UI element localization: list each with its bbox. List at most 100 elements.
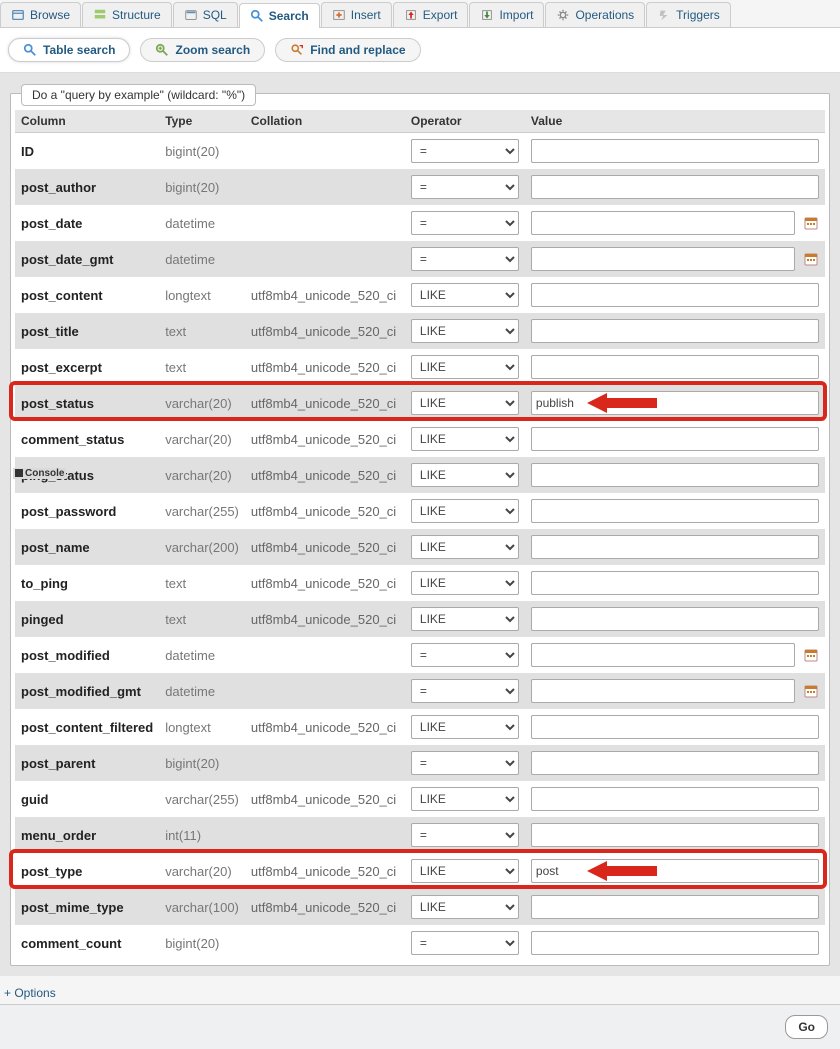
options-link[interactable]: + Options (0, 976, 840, 1004)
operator-select[interactable]: LIKE (411, 319, 519, 343)
operator-select[interactable]: LIKE (411, 787, 519, 811)
value-input[interactable] (531, 751, 819, 775)
value-input[interactable] (531, 355, 819, 379)
column-type: varchar(255) (159, 493, 245, 529)
table-row: post_content_filteredlongtextutf8mb4_uni… (15, 709, 825, 745)
go-button[interactable]: Go (785, 1015, 828, 1039)
tab-browse[interactable]: Browse (0, 2, 81, 27)
value-input[interactable] (531, 715, 819, 739)
column-collation (245, 637, 405, 673)
value-input[interactable] (531, 427, 819, 451)
console-icon (15, 469, 23, 477)
tab-import[interactable]: Import (469, 2, 544, 27)
column-type: bigint(20) (159, 745, 245, 781)
value-input[interactable] (531, 859, 819, 883)
value-input[interactable] (531, 175, 819, 199)
fieldset-legend: Do a "query by example" (wildcard: "%") (21, 84, 256, 106)
calendar-icon[interactable] (803, 251, 819, 267)
operator-select[interactable]: = (411, 643, 519, 667)
operator-select[interactable]: = (411, 823, 519, 847)
tab-search[interactable]: Search (239, 3, 320, 28)
value-input[interactable] (531, 319, 819, 343)
value-input[interactable] (531, 895, 819, 919)
value-input[interactable] (531, 247, 795, 271)
column-name: post_password (15, 493, 159, 529)
table-row: post_typevarchar(20)utf8mb4_unicode_520_… (15, 853, 825, 889)
value-input[interactable] (531, 823, 819, 847)
operator-select[interactable]: = (411, 211, 519, 235)
column-collation: utf8mb4_unicode_520_ci (245, 889, 405, 925)
column-type: longtext (159, 277, 245, 313)
operator-select[interactable]: = (411, 679, 519, 703)
value-input[interactable] (531, 283, 819, 307)
operator-select[interactable]: = (411, 175, 519, 199)
value-input[interactable] (531, 463, 819, 487)
operator-select[interactable]: = (411, 751, 519, 775)
column-name: post_content (15, 277, 159, 313)
operator-select[interactable]: LIKE (411, 463, 519, 487)
value-input[interactable] (531, 391, 819, 415)
column-name: post_parent (15, 745, 159, 781)
column-name: post_author (15, 169, 159, 205)
column-type: datetime (159, 205, 245, 241)
search-icon (250, 9, 264, 23)
table-row: Consoleping_statusvarchar(20)utf8mb4_uni… (15, 457, 825, 493)
column-name: post_status (15, 385, 159, 421)
table-row: post_modified_gmtdatetime= (15, 673, 825, 709)
tab-sql[interactable]: SQL (173, 2, 238, 27)
console-label: Console (25, 468, 64, 479)
value-input[interactable] (531, 211, 795, 235)
subtab-label: Zoom search (175, 43, 250, 57)
value-input[interactable] (531, 643, 795, 667)
tab-operations[interactable]: Operations (545, 2, 645, 27)
tab-label: Import (499, 8, 533, 22)
table-row: IDbigint(20)= (15, 133, 825, 170)
table-row: comment_countbigint(20)= (15, 925, 825, 961)
value-input[interactable] (531, 607, 819, 631)
calendar-icon[interactable] (803, 647, 819, 663)
tab-insert[interactable]: Insert (321, 2, 392, 27)
operator-select[interactable]: LIKE (411, 715, 519, 739)
operator-select[interactable]: LIKE (411, 571, 519, 595)
calendar-icon[interactable] (803, 683, 819, 699)
column-collation (245, 673, 405, 709)
value-input[interactable] (531, 499, 819, 523)
operator-select[interactable]: LIKE (411, 895, 519, 919)
value-input[interactable] (531, 535, 819, 559)
subtab-find-replace[interactable]: Find and replace (275, 38, 420, 62)
column-name: pinged (15, 601, 159, 637)
operator-select[interactable]: LIKE (411, 355, 519, 379)
operator-select[interactable]: LIKE (411, 391, 519, 415)
table-row: post_datedatetime= (15, 205, 825, 241)
table-row: post_titletextutf8mb4_unicode_520_ciLIKE (15, 313, 825, 349)
column-name: post_mime_type (15, 889, 159, 925)
operator-select[interactable]: = (411, 247, 519, 271)
value-input[interactable] (531, 931, 819, 955)
table-row: post_passwordvarchar(255)utf8mb4_unicode… (15, 493, 825, 529)
table-row: post_statusvarchar(20)utf8mb4_unicode_52… (15, 385, 825, 421)
value-input[interactable] (531, 679, 795, 703)
calendar-icon[interactable] (803, 215, 819, 231)
tab-triggers[interactable]: Triggers (646, 2, 731, 27)
value-input[interactable] (531, 787, 819, 811)
operator-select[interactable]: LIKE (411, 859, 519, 883)
column-type: bigint(20) (159, 925, 245, 961)
operator-select[interactable]: LIKE (411, 283, 519, 307)
column-type: bigint(20) (159, 133, 245, 170)
value-input[interactable] (531, 139, 819, 163)
operator-select[interactable]: LIKE (411, 535, 519, 559)
tab-structure[interactable]: Structure (82, 2, 172, 27)
subtab-table-search[interactable]: Table search (8, 38, 130, 62)
column-collation (245, 133, 405, 170)
operator-select[interactable]: LIKE (411, 427, 519, 451)
tab-label: Operations (575, 8, 634, 22)
column-type: text (159, 601, 245, 637)
subtab-zoom-search[interactable]: Zoom search (140, 38, 265, 62)
value-input[interactable] (531, 571, 819, 595)
console-marker[interactable]: Console (13, 468, 66, 479)
operator-select[interactable]: LIKE (411, 499, 519, 523)
tab-export[interactable]: Export (393, 2, 469, 27)
operator-select[interactable]: = (411, 139, 519, 163)
operator-select[interactable]: = (411, 931, 519, 955)
operator-select[interactable]: LIKE (411, 607, 519, 631)
